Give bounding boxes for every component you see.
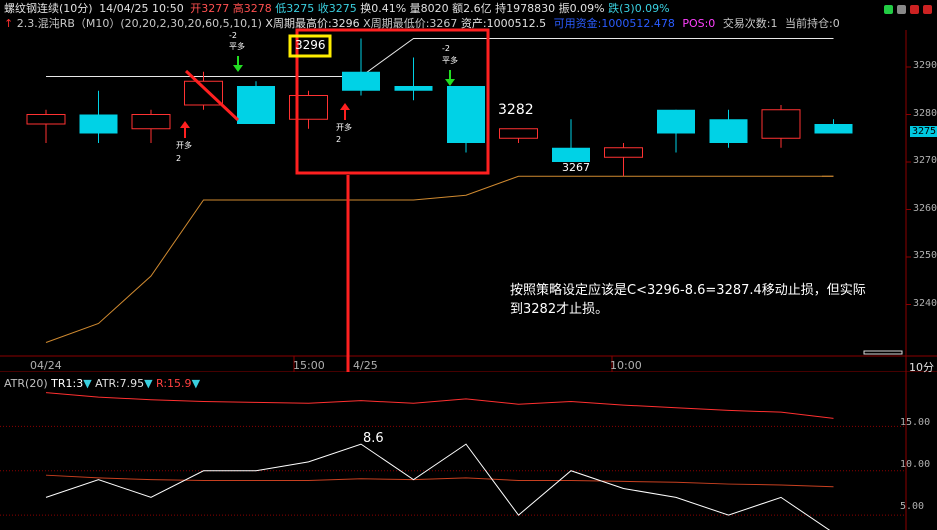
x-label-0424: 04/24: [30, 359, 62, 372]
candle-body-down: [79, 114, 118, 134]
atr-chart[interactable]: [0, 372, 937, 530]
candle-body-down: [657, 109, 695, 134]
atr-y-tick-15: 15.00: [900, 417, 931, 428]
candle-body-down: [394, 86, 433, 91]
open-long-1-label: 开多: [176, 141, 192, 150]
y-tick-3290: 3290: [913, 60, 937, 71]
period-tab[interactable]: 10分: [909, 359, 934, 375]
x-low-label: 3267: [562, 161, 590, 174]
atr-lines-group: [45, 392, 834, 530]
open-long-2-qty: 2: [336, 135, 342, 144]
y-tick-3260: 3260: [913, 203, 937, 214]
y-tick-3250: 3250: [913, 250, 937, 261]
scroll-handle: [863, 350, 903, 355]
candles-group[interactable]: [26, 38, 853, 177]
annotation-line-2: 到3282才止损。: [510, 302, 609, 317]
flat-long-1-label: 平多: [229, 42, 245, 51]
candle-body-down: [237, 86, 275, 124]
atr-point-label: 8.6: [363, 431, 384, 446]
flat-long-2-label: 平多: [442, 56, 458, 65]
sell-arrow-head: [233, 65, 243, 72]
annotation-text: 按照策略设定应该是C<3296-8.6=3287.4移动止损，但实际 到3282…: [510, 281, 866, 319]
y-tick-3280: 3280: [913, 108, 937, 119]
chart-grid: [0, 30, 937, 372]
open-long-2-label: 开多: [336, 123, 352, 132]
atr-label: ATR:7.95: [95, 377, 145, 390]
candle-body-down: [552, 147, 590, 162]
yellow-box-label: 3296: [295, 38, 326, 52]
annotation-line-1: 按照策略设定应该是C<3296-8.6=3287.4移动止损，但实际: [510, 283, 866, 298]
atr-dropdown-icon[interactable]: ▼: [144, 377, 152, 390]
atr-y-tick-5: 5.00: [900, 501, 925, 512]
candle-body-up: [26, 114, 66, 125]
candle-body-down: [814, 124, 853, 134]
candle-body-up: [289, 95, 328, 120]
tr-line: [45, 443, 831, 530]
y-tick-3240: 3240: [913, 298, 937, 309]
candle-body-down: [342, 71, 380, 91]
flat-long-1-qty: -2: [229, 31, 237, 40]
candle-body-up: [604, 147, 643, 158]
tr-dropdown-icon[interactable]: ▼: [83, 377, 91, 390]
candle-body-down: [709, 119, 748, 143]
flat-long-2-qty: -2: [442, 44, 450, 53]
open-long-1-qty: 2: [176, 154, 182, 163]
x-label-1000: 10:00: [610, 359, 642, 372]
candle-body-up: [499, 128, 538, 139]
atr-title: ATR(20): [4, 377, 48, 390]
current-price-tag: 3275: [910, 126, 937, 137]
r-line: [45, 392, 834, 419]
x-label-1500: 15:00: [293, 359, 325, 372]
candle-body-up: [131, 114, 171, 130]
atr-y-tick-10: 10.00: [900, 459, 931, 470]
r-dropdown-icon[interactable]: ▼: [192, 377, 200, 390]
buy-arrow-head: [340, 103, 350, 110]
candle-body-down: [447, 86, 485, 143]
x-label-0425: 4/25: [353, 359, 378, 372]
sell-arrow-head: [445, 79, 455, 86]
candle-body-up: [761, 109, 801, 139]
buy-arrow-head: [180, 121, 190, 128]
atr-line: [45, 474, 834, 488]
tr-label: TR1:3: [51, 377, 84, 390]
stop-price-label: 3282: [498, 102, 534, 118]
atr-header: ATR(20) TR1:3▼ ATR:7.95▼ R:15.9▼: [4, 377, 200, 390]
overlays-group: [180, 28, 490, 372]
y-tick-3270: 3270: [913, 155, 937, 166]
atr-grid: [0, 372, 907, 530]
upper-band-line: [46, 38, 834, 77]
r-label: R:15.9: [156, 377, 192, 390]
